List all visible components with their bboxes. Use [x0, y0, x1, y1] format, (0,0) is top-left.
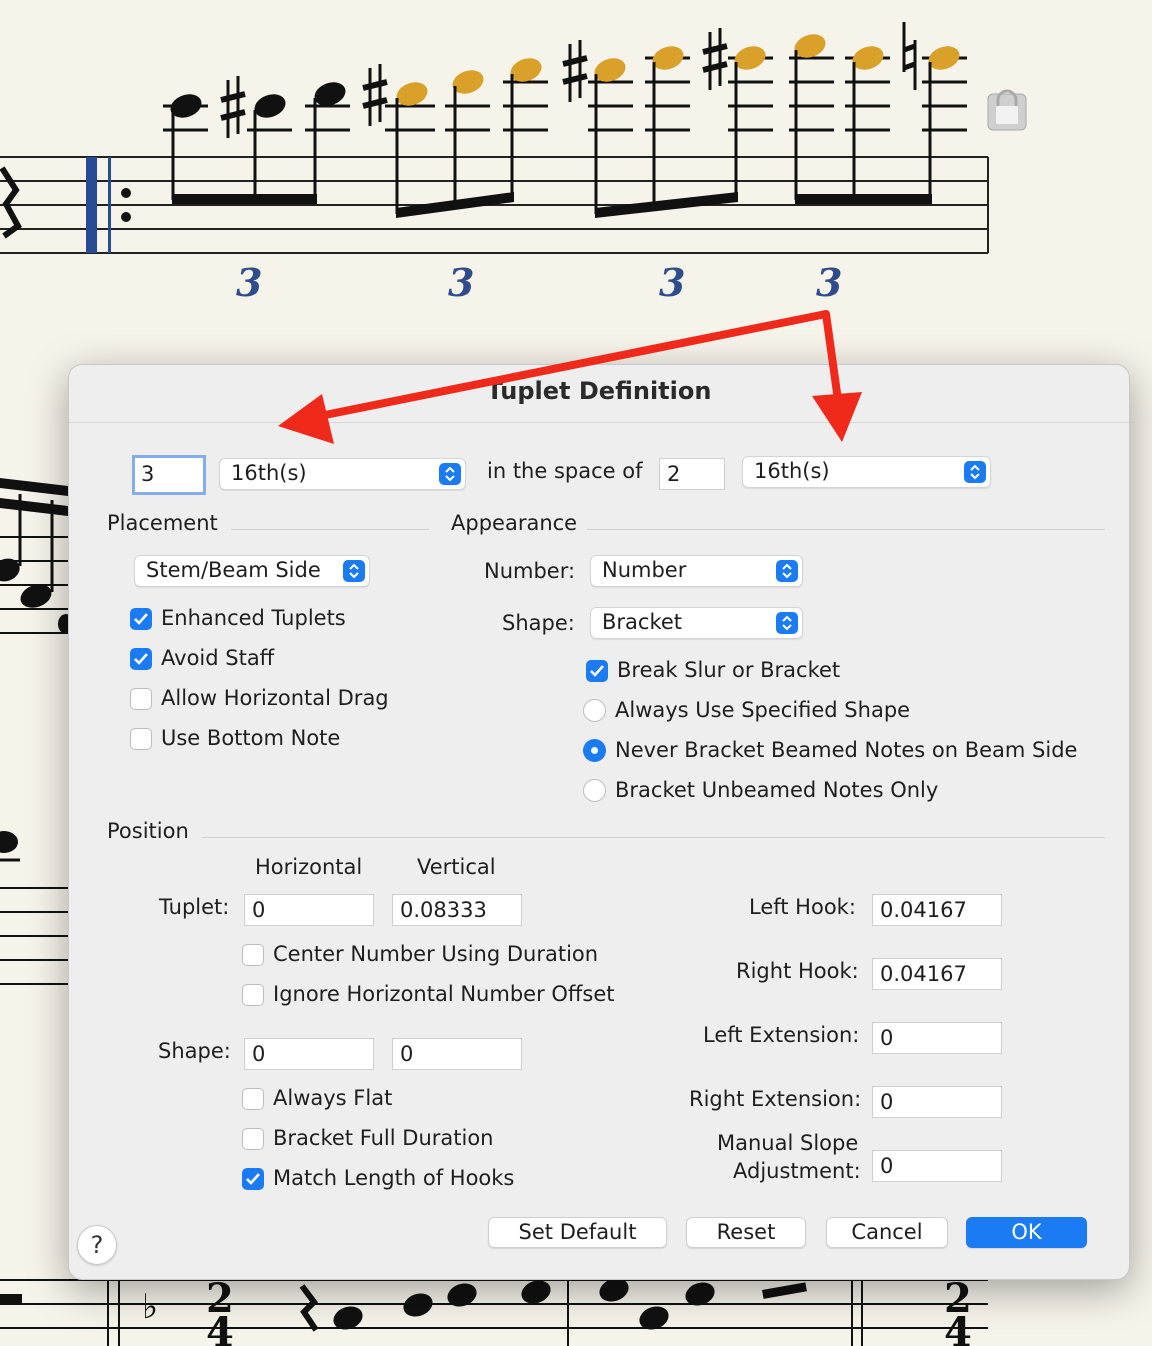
enhanced-tuplets-checkbox[interactable]	[130, 608, 152, 630]
number-value: Number	[602, 558, 687, 582]
time-signature-bottom: 4	[944, 1309, 972, 1346]
space-unit-select[interactable]: 16th(s)	[742, 456, 991, 488]
manual-slope-label: Manual Slope	[717, 1131, 859, 1155]
always-flat-checkbox[interactable]	[242, 1088, 264, 1110]
tuplet-number: 3	[816, 260, 842, 305]
dialog-title: Tuplet Definition	[486, 377, 712, 405]
right-hook-label: Right Hook:	[736, 959, 859, 983]
space-unit-value: 16th(s)	[754, 459, 830, 483]
time-signature-bottom: 4	[206, 1309, 234, 1346]
right-hook-input[interactable]: 0.04167	[872, 958, 1002, 990]
break-slur-label: Break Slur or Bracket	[617, 658, 841, 682]
horizontal-column-label: Horizontal	[255, 855, 363, 879]
position-section-label: Position	[107, 819, 189, 843]
right-extension-label: Right Extension:	[689, 1087, 862, 1111]
checkmark-icon	[134, 653, 148, 665]
allow-horizontal-drag-checkbox[interactable]	[130, 688, 152, 710]
bracket-unbeamed-label: Bracket Unbeamed Notes Only	[615, 778, 939, 802]
tuplet-definition-dialog: Tuplet Definition 3 16th(s) in the space…	[68, 364, 1130, 1280]
left-hook-input[interactable]: 0.04167	[872, 894, 1002, 926]
break-slur-checkbox[interactable]	[586, 660, 608, 682]
shape-vertical-input[interactable]: 0	[392, 1038, 522, 1070]
number-label: Number:	[484, 559, 576, 583]
in-space-of-label: in the space of	[487, 459, 643, 483]
highlighted-notes	[396, 34, 960, 106]
chevron-updown-icon	[964, 461, 986, 483]
enhanced-tuplets-label: Enhanced Tuplets	[161, 606, 346, 630]
checkmark-icon	[590, 665, 604, 677]
appearance-divider	[587, 529, 1105, 530]
left-extension-input[interactable]: 0	[872, 1022, 1002, 1054]
placement-divider	[231, 529, 429, 530]
placement-section-label: Placement	[107, 511, 218, 535]
bracket-unbeamed-radio[interactable]	[583, 779, 606, 802]
shape-label: Shape:	[502, 611, 575, 635]
placement-value: Stem/Beam Side	[146, 558, 321, 582]
tuplet-number: 3	[659, 260, 685, 305]
chevron-updown-icon	[776, 560, 798, 582]
allow-horizontal-drag-label: Allow Horizontal Drag	[161, 686, 389, 710]
bracket-full-duration-label: Bracket Full Duration	[273, 1126, 494, 1150]
center-number-label: Center Number Using Duration	[273, 942, 599, 966]
manual-slope-input[interactable]: 0	[872, 1150, 1002, 1182]
ignore-offset-checkbox[interactable]	[242, 984, 264, 1006]
shape-value: Bracket	[602, 610, 683, 634]
tuplet-position-label: Tuplet:	[159, 895, 230, 919]
position-divider	[202, 837, 1105, 838]
avoid-staff-checkbox[interactable]	[130, 648, 152, 670]
chevron-updown-icon	[776, 612, 798, 634]
set-default-button[interactable]: Set Default	[488, 1217, 667, 1248]
cancel-button[interactable]: Cancel	[826, 1217, 948, 1248]
shape-horizontal-input[interactable]: 0	[244, 1038, 374, 1070]
left-hook-label: Left Hook:	[749, 895, 856, 919]
match-hooks-label: Match Length of Hooks	[273, 1166, 515, 1190]
lock-icon	[987, 89, 1027, 131]
dialog-titlebar: Tuplet Definition	[69, 365, 1129, 423]
shape-select[interactable]: Bracket	[590, 607, 803, 639]
chevron-updown-icon	[343, 560, 365, 582]
appearance-section-label: Appearance	[451, 511, 578, 535]
tuplet-number: 3	[236, 260, 262, 305]
placement-select[interactable]: Stem/Beam Side	[134, 555, 370, 587]
ignore-offset-label: Ignore Horizontal Number Offset	[273, 982, 615, 1006]
number-select[interactable]: Number	[590, 555, 803, 587]
ok-button[interactable]: OK	[966, 1217, 1087, 1248]
tuplet-count-input[interactable]: 3	[132, 455, 206, 495]
always-flat-label: Always Flat	[273, 1086, 393, 1110]
never-bracket-beamed-label: Never Bracket Beamed Notes on Beam Side	[615, 738, 1078, 762]
tuplet-unit-select[interactable]: 16th(s)	[219, 458, 466, 490]
avoid-staff-label: Avoid Staff	[161, 646, 275, 670]
help-button[interactable]: ?	[77, 1225, 117, 1265]
space-count-input[interactable]: 2	[659, 458, 725, 490]
tuplet-number: 3	[448, 260, 474, 305]
vertical-column-label: Vertical	[417, 855, 496, 879]
use-bottom-note-label: Use Bottom Note	[161, 726, 341, 750]
right-extension-input[interactable]: 0	[872, 1086, 1002, 1118]
tuplet-horizontal-input[interactable]: 0	[244, 894, 374, 926]
always-use-shape-radio[interactable]	[583, 699, 606, 722]
svg-text:♭: ♭	[142, 1287, 158, 1327]
chevron-updown-icon	[439, 463, 461, 485]
checkmark-icon	[246, 1173, 260, 1185]
always-use-shape-label: Always Use Specified Shape	[615, 698, 911, 722]
use-bottom-note-checkbox[interactable]	[130, 728, 152, 750]
bracket-full-duration-checkbox[interactable]	[242, 1128, 264, 1150]
tuplet-unit-value: 16th(s)	[231, 461, 307, 485]
shape-position-label: Shape:	[158, 1039, 231, 1063]
center-number-checkbox[interactable]	[242, 944, 264, 966]
left-extension-label: Left Extension:	[703, 1023, 860, 1047]
match-hooks-checkbox[interactable]	[242, 1168, 264, 1190]
manual-slope-label-2: Adjustment:	[733, 1159, 861, 1183]
reset-button[interactable]: Reset	[686, 1217, 806, 1248]
tuplet-vertical-input[interactable]: 0.08333	[392, 894, 522, 926]
never-bracket-beamed-radio[interactable]	[583, 739, 606, 762]
checkmark-icon	[134, 613, 148, 625]
